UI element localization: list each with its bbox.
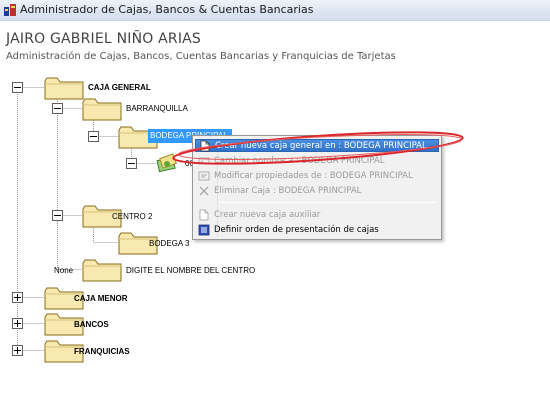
new-document-icon: [199, 209, 209, 220]
properties-icon: [198, 171, 210, 180]
folder-icon[interactable]: [44, 76, 84, 100]
menu-item-label: Eliminar Caja : BODEGA PRINCIPAL: [214, 185, 362, 196]
expand-bancos-toggle[interactable]: [12, 318, 23, 329]
collapse-barranquilla-toggle[interactable]: [52, 103, 63, 114]
tree-node-caja-general[interactable]: CAJA GENERAL: [88, 82, 151, 93]
collapse-caja-general-toggle[interactable]: [12, 82, 23, 93]
order-icon: [198, 224, 210, 235]
tree-node-barranquilla[interactable]: BARRANQUILLA: [126, 103, 188, 114]
menu-item-eliminar-caja[interactable]: Eliminar Caja : BODEGA PRINCIPAL: [195, 184, 439, 197]
menu-item-label: Modificar propiedades de : BODEGA PRINCI…: [214, 170, 413, 181]
annotation-ellipse: [172, 131, 464, 165]
delete-x-icon: [199, 186, 209, 195]
expand-caja-menor-toggle[interactable]: [12, 292, 23, 303]
menu-item-label: Definir orden de presentación de cajas: [214, 224, 379, 235]
tree-node-caja-menor[interactable]: CAJA MENOR: [74, 293, 127, 304]
menu-item-modificar-propiedades[interactable]: Modificar propiedades de : BODEGA PRINCI…: [195, 169, 439, 182]
tree-node-franquicias[interactable]: FRANQUICIAS: [74, 346, 130, 357]
tree-node-digite-centro[interactable]: DIGITE EL NOMBRE DEL CENTRO: [126, 265, 255, 276]
folder-icon[interactable]: [82, 97, 122, 121]
menu-separator: [219, 202, 437, 203]
menu-item-crear-caja-auxiliar[interactable]: Crear nueva caja auxiliar: [195, 208, 439, 221]
menu-item-definir-orden[interactable]: Definir orden de presentación de cajas: [195, 223, 439, 236]
collapse-sub-item-toggle[interactable]: [126, 158, 137, 169]
folder-icon[interactable]: [82, 258, 122, 282]
collapse-centro-2-toggle[interactable]: [52, 210, 63, 221]
tree-node-centro-2[interactable]: CENTRO 2: [112, 211, 152, 222]
collapse-bodega-principal-toggle[interactable]: [88, 131, 99, 142]
none-label: None: [54, 266, 74, 275]
tree-node-bancos[interactable]: BANCOS: [74, 319, 109, 330]
tree-node-bodega-3[interactable]: BODEGA 3: [149, 238, 189, 249]
menu-item-label: Crear nueva caja auxiliar: [214, 209, 321, 220]
expand-franquicias-toggle[interactable]: [12, 345, 23, 356]
